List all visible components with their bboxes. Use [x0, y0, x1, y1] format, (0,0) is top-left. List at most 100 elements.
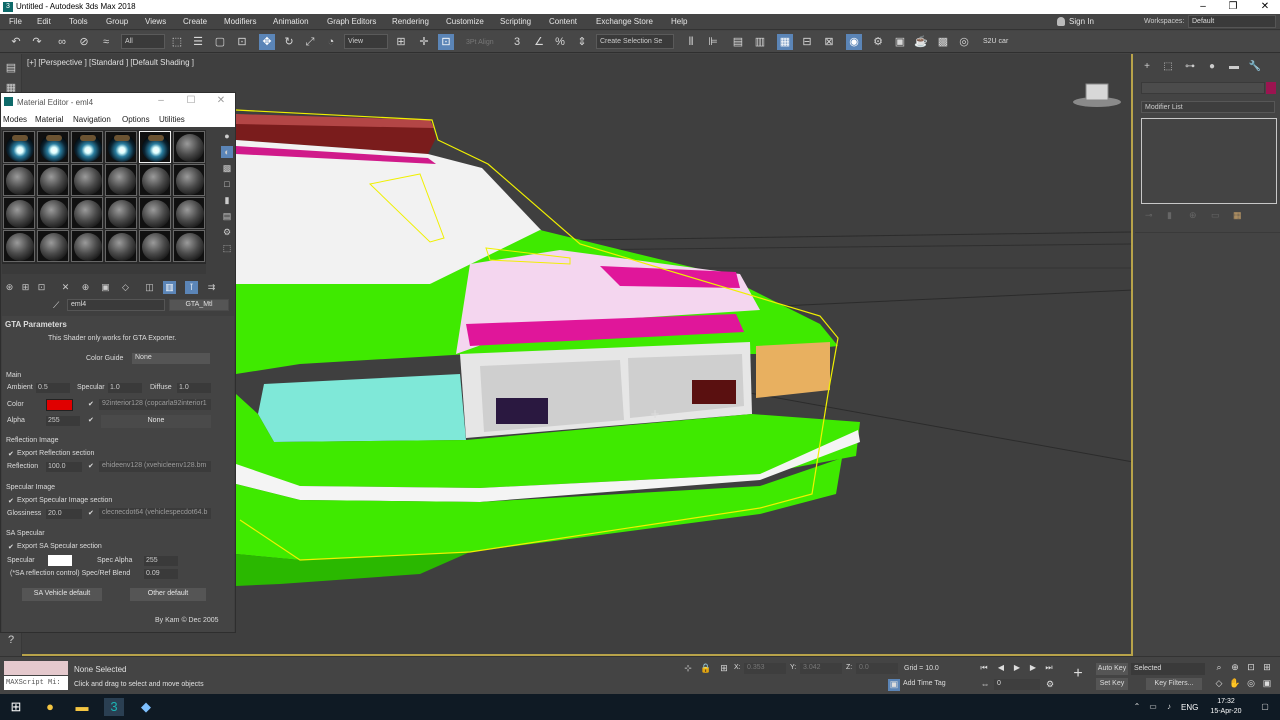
sa-specular-swatch[interactable] [48, 555, 72, 566]
sample-slot[interactable] [37, 164, 69, 196]
move-icon[interactable]: ✥ [259, 34, 275, 50]
pin-stack-icon[interactable]: ⊸ [1145, 210, 1153, 221]
sample-uv-icon[interactable]: □ [221, 178, 233, 190]
motion-tab-icon[interactable]: ● [1204, 61, 1220, 75]
chrome-icon[interactable]: ● [40, 698, 60, 716]
rotate-icon[interactable]: ↻ [281, 34, 297, 50]
time-tag-icon[interactable]: ▣ [888, 679, 900, 691]
menu-customize[interactable]: Customize [446, 17, 484, 26]
menu-group[interactable]: Group [106, 17, 128, 26]
time-config-icon[interactable]: ⚙ [1044, 679, 1056, 691]
z-coordinate-field[interactable]: 0.0 [856, 663, 898, 674]
color-map-button[interactable]: 92interior128 (copcarla92interior1 [99, 399, 211, 410]
region-select-icon[interactable]: ▢ [212, 34, 228, 50]
reflection-map-checkbox[interactable]: ✔ [88, 462, 94, 470]
sample-slot[interactable] [139, 197, 171, 229]
me-menu-utilities[interactable]: Utilities [159, 115, 185, 124]
material-id-icon[interactable]: ◇ [119, 281, 132, 294]
scene-explorer-icon[interactable]: ▤ [3, 60, 19, 76]
sa-vehicle-default-button[interactable]: SA Vehicle default [22, 588, 102, 601]
absolute-mode-icon[interactable]: ⊞ [718, 663, 730, 675]
redo-icon[interactable]: ↷ [29, 34, 45, 50]
go-to-start-icon[interactable]: ⏮ [978, 663, 990, 675]
video-color-icon[interactable]: ▮ [221, 194, 233, 206]
backlight-icon[interactable]: ◐ [221, 146, 233, 158]
scale-icon[interactable]: ⤢ [302, 34, 318, 50]
reflection-map-button[interactable]: ehideenv128 (xvehicleenv128.bm [99, 461, 211, 472]
sample-slot[interactable] [105, 197, 137, 229]
specular-map-button[interactable]: cleспecdot64 (vehiclespecdot64.b [99, 508, 211, 519]
put-to-library-icon[interactable]: ▣ [99, 281, 112, 294]
angle-snap-icon[interactable]: ∠ [531, 34, 547, 50]
sample-slot[interactable] [139, 164, 171, 196]
set-key-button[interactable]: Set Key [1096, 678, 1128, 690]
show-end-result-icon[interactable]: ▮ [1167, 210, 1172, 221]
menu-rendering[interactable]: Rendering [392, 17, 429, 26]
go-to-parent-icon[interactable]: ⊺ [185, 281, 198, 294]
reset-map-icon[interactable]: ✕ [59, 281, 72, 294]
zoom-all-icon[interactable]: ⊕ [1229, 662, 1241, 674]
maxscript-listener-output[interactable] [4, 661, 68, 675]
snap-toggle-icon[interactable]: 3 [509, 34, 525, 50]
sample-slots-scrollbar[interactable] [2, 264, 206, 274]
material-editor-icon[interactable]: ◉ [846, 34, 862, 50]
object-name-input[interactable] [1141, 82, 1265, 94]
go-to-end-icon[interactable]: ⏭ [1043, 663, 1055, 675]
alpha-spinner[interactable]: 255 [46, 416, 80, 426]
menu-scripting[interactable]: Scripting [500, 17, 531, 26]
workspace-select[interactable]: Default [1188, 15, 1276, 28]
mirror-icon[interactable]: ⫴ [683, 34, 699, 50]
export-specular-checkbox[interactable]: ✔ [8, 497, 14, 505]
alpha-map-checkbox[interactable]: ✔ [88, 416, 94, 424]
me-restore-button[interactable]: ☐ [181, 95, 201, 106]
ribbon-icon[interactable]: ▦ [777, 34, 793, 50]
menu-tools[interactable]: Tools [69, 17, 88, 26]
make-unique-icon[interactable]: ⊕ [79, 281, 92, 294]
help-ring-icon[interactable]: ? [3, 632, 19, 648]
reference-coord-dropdown[interactable]: View [344, 34, 388, 49]
specular-spinner[interactable]: 1.0 [108, 383, 142, 393]
material-type-button[interactable]: GTA_Mtl [169, 299, 229, 311]
sign-in-button[interactable]: Sign In [1053, 15, 1133, 28]
menu-help[interactable]: Help [671, 17, 687, 26]
volume-icon[interactable]: ♪ [1164, 702, 1174, 712]
field-of-view-icon[interactable]: ◇ [1213, 678, 1225, 690]
menu-animation[interactable]: Animation [273, 17, 309, 26]
curve-editor-icon[interactable]: ⊟ [799, 34, 815, 50]
show-shaded-icon[interactable]: ◫ [143, 281, 156, 294]
pick-material-icon[interactable]: ⟋ [53, 300, 59, 311]
material-name-input[interactable]: eml4 [67, 299, 165, 311]
sample-slot[interactable] [71, 230, 103, 262]
alpha-map-button[interactable]: None [101, 415, 211, 428]
modify-tab-icon[interactable]: ⬚ [1160, 61, 1176, 75]
key-mode-icon[interactable]: ⇔ [979, 679, 991, 691]
rendered-frame-icon[interactable]: ▣ [892, 34, 908, 50]
menu-create[interactable]: Create [183, 17, 207, 26]
glossiness-spinner[interactable]: 20.0 [46, 509, 82, 519]
modifier-list-dropdown[interactable]: Modifier List [1141, 101, 1275, 113]
menu-edit[interactable]: Edit [37, 17, 51, 26]
add-time-tag[interactable]: Add Time Tag [903, 680, 946, 687]
file-explorer-icon[interactable]: ▬ [72, 698, 92, 716]
zoom-icon[interactable]: ⌕ [1213, 662, 1225, 674]
me-minimize-button[interactable]: – [151, 95, 171, 106]
pan-icon[interactable]: ✋ [1229, 678, 1241, 690]
color-map-checkbox[interactable]: ✔ [88, 400, 94, 408]
clock[interactable]: 17:32 15-Apr-20 [1206, 697, 1246, 717]
sample-slot[interactable] [37, 230, 69, 262]
restore-button[interactable]: ❐ [1220, 0, 1246, 14]
tray-chevron-icon[interactable]: ⌃ [1132, 702, 1142, 712]
sample-slot[interactable] [173, 131, 205, 163]
place-icon[interactable]: ◔ [323, 34, 339, 50]
menu-modifiers[interactable]: Modifiers [224, 17, 256, 26]
sample-slot[interactable] [71, 164, 103, 196]
sample-slot[interactable] [37, 131, 69, 163]
spec-alpha-spinner[interactable]: 255 [144, 556, 178, 566]
viewcube[interactable] [1070, 80, 1124, 110]
select-by-name-icon[interactable]: ☰ [190, 34, 206, 50]
link-icon[interactable]: ∞ [54, 34, 70, 50]
sample-slot[interactable] [3, 230, 35, 262]
assign-to-selection-icon[interactable]: ⊡ [35, 281, 48, 294]
render-setup-icon[interactable]: ⚙ [870, 34, 886, 50]
play-icon[interactable]: ▶ [1011, 663, 1023, 675]
